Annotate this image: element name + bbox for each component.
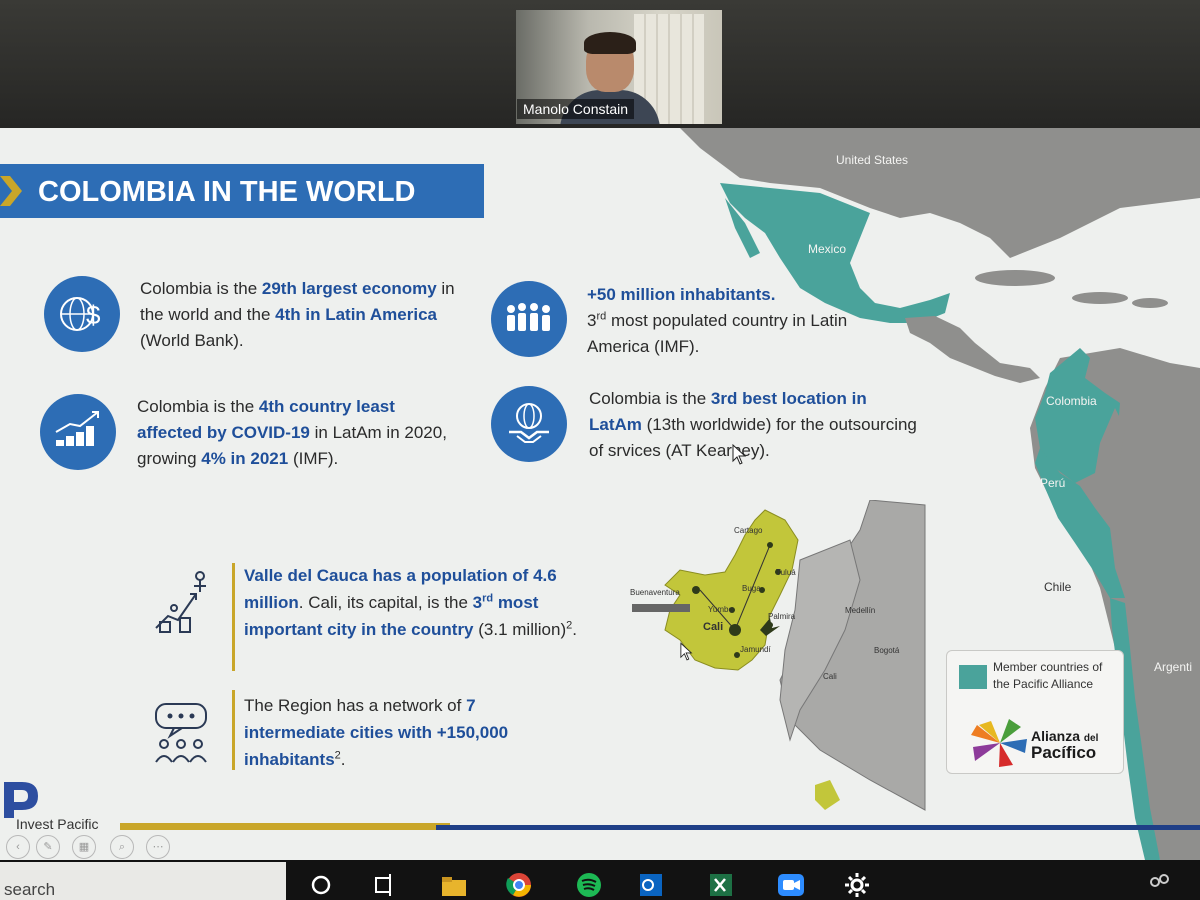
svg-text:$: $ [86,300,101,330]
map-label-chile: Chile [1044,580,1072,594]
task-view-icon[interactable] [368,868,398,898]
mouse-cursor-icon [732,444,747,465]
globe-dollar-icon: $ [44,276,120,352]
footer-stripe-blue [436,825,1200,830]
city-label-cali: Cali [703,621,724,633]
city-label-cali-small: Cali [823,672,837,681]
city-label-jamundi: Jamundí [740,645,771,654]
valle-del-cauca-inset-map [632,500,926,811]
teamwork-climb-icon [155,571,206,633]
central-america-land [905,316,1040,383]
zoom-icon[interactable] [776,868,806,898]
chevron-right-icon [0,176,22,206]
footer-stripe-gold [120,823,450,830]
outlook-icon[interactable] [636,868,666,898]
slide-title: COLOMBIA IN THE WORLD [38,176,416,208]
presentation-slide: United States Mexico Colombia Perú Chile… [0,128,1200,860]
previous-slide-button[interactable]: ‹ [6,835,30,859]
spotify-icon[interactable] [574,868,604,898]
more-options-button[interactable]: ⋯ [146,835,170,859]
crowd-icon [491,281,567,357]
alianza-pacifico-logo [971,719,1027,767]
alianza-name: Alianza del Pacífico [1031,728,1099,762]
map-label-peru: Perú [1040,476,1066,490]
excel-icon[interactable] [706,868,736,898]
chrome-icon[interactable] [504,868,534,898]
zoom-button[interactable]: ⌕ [110,835,134,859]
growth-chart-icon [40,394,116,470]
city-label-tulua: Tuluá [776,568,796,577]
person-hair [584,32,636,54]
city-label-buga: Buga [742,584,761,593]
valle-network-text: The Region has a network of 7 intermedia… [244,696,509,769]
fact-population: +50 million inhabitants. 3rd most populat… [587,285,848,356]
slides-grid-button[interactable]: ▦ [72,835,96,859]
legend-swatch [959,665,987,689]
valle-inset-small [815,780,840,810]
map-label-colombia: Colombia [1046,394,1097,408]
valle-network-accent-bar [232,690,235,770]
city-label-medellin: Medellín [845,606,876,615]
invest-pacific-logo [4,782,38,818]
city-label-bogota: Bogotá [874,646,900,655]
people-icon[interactable] [1144,868,1174,898]
map-legend: Member countries of the Pacific Alliance… [946,650,1124,774]
map-label-mexico: Mexico [808,242,847,256]
settings-icon[interactable] [842,868,872,898]
handshake-globe-icon [491,386,567,462]
city-label-yumbo: Yumbo [708,605,733,614]
file-explorer-icon[interactable] [438,868,468,898]
fact-outsourcing: Colombia is the 3rd best location in Lat… [589,389,917,460]
valle-accent-bar [232,563,235,671]
participant-name: Manolo Constain [517,99,635,119]
legend-label: Member countries of the Pacific Alliance [993,660,1103,691]
fact-economy: Colombia is the 29th largest economy in … [140,279,455,350]
pen-tool-button[interactable]: ✎ [36,835,60,859]
slide-title-bar: COLOMBIA IN THE WORLD [0,164,484,218]
video-strip: Manolo Constain [0,0,1200,128]
search-placeholder: search [4,880,56,899]
valle-population-text: Valle del Cauca has a population of 4.6 … [244,566,577,639]
taskbar-search-input[interactable]: search [0,862,286,900]
map-label-argentina: Argenti [1154,660,1193,674]
fact-covid: Colombia is the 4th country least affect… [137,397,447,468]
brand-name: Invest Pacific [16,816,99,832]
city-label-cartago: Cartago [734,526,763,535]
cortana-icon[interactable] [306,868,336,898]
city-label-buenaventura: Buenaventura [630,588,680,597]
map-label-united-states: United States [836,153,909,167]
city-label-palmira: Palmira [768,612,796,621]
mouse-cursor-icon-2 [680,642,693,661]
people-chat-icon [155,703,207,763]
